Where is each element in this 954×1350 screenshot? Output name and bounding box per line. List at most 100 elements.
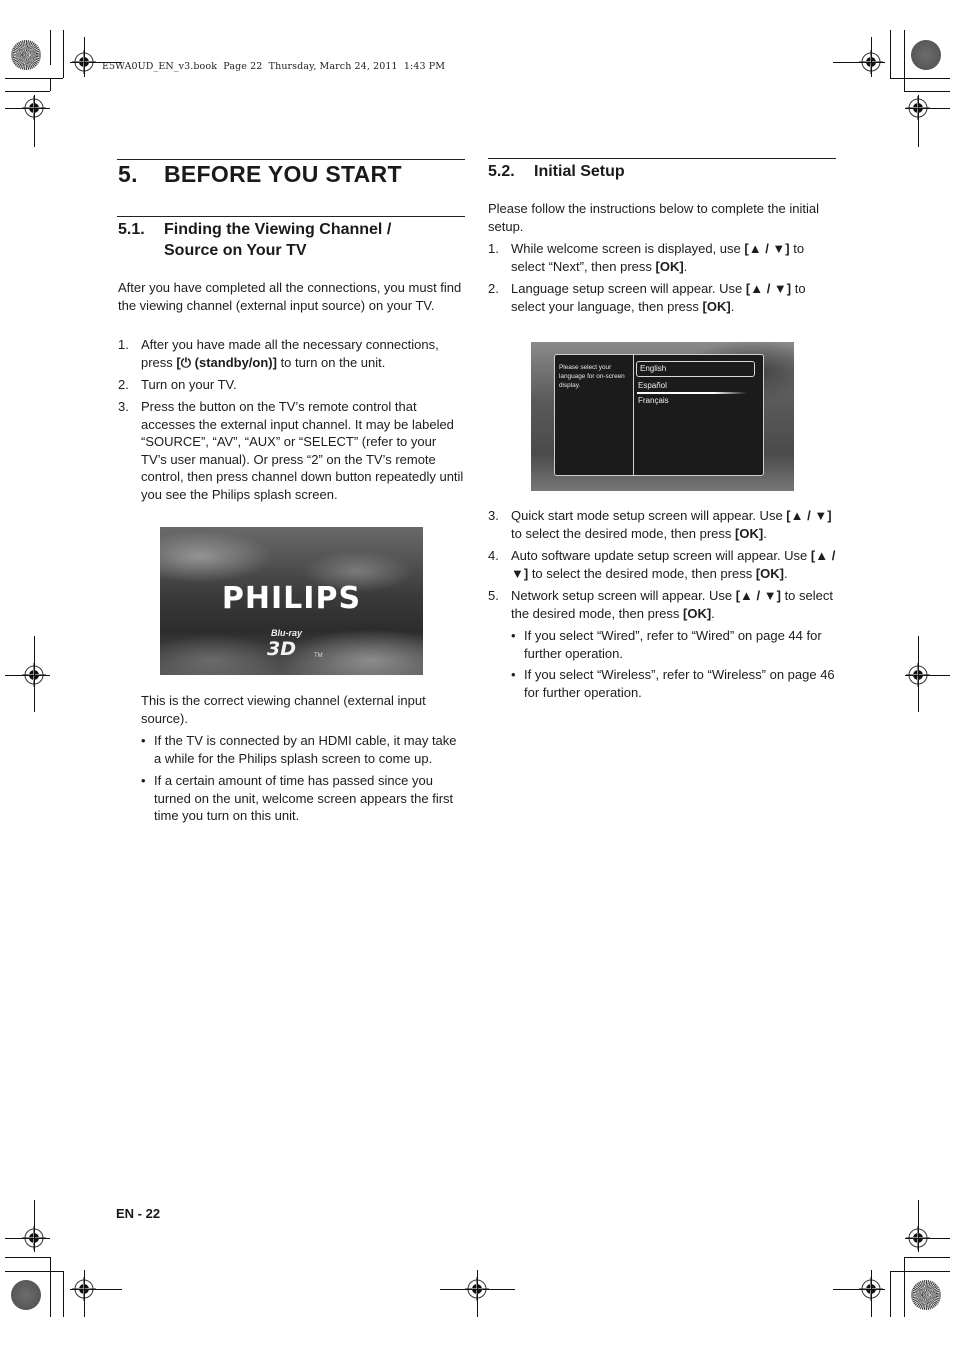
step-text: Press the button on the TV’s remote cont… — [141, 399, 464, 502]
step-number: 2. — [488, 281, 499, 296]
philips-logo: PHILIPS — [221, 581, 362, 616]
step-item: 2. Language setup screen will appear. Us… — [488, 280, 836, 315]
bullet-text: If the TV is connected by an HDMI cable,… — [154, 733, 457, 766]
step-text: Turn on your TV. — [141, 377, 237, 392]
section-rule — [117, 216, 465, 217]
language-prompt: Please select your language for on-scree… — [559, 364, 625, 389]
language-option-francais: Français — [638, 396, 669, 405]
step-number: 1. — [488, 241, 499, 256]
crop-mark — [63, 1271, 64, 1317]
crop-mark — [5, 1257, 50, 1258]
step-item: 4. Auto software update setup screen wil… — [488, 547, 836, 582]
ok-key-label: [OK] — [683, 605, 712, 621]
crop-mark — [890, 30, 891, 78]
step-number: 5. — [488, 588, 499, 603]
crosshair-arm — [84, 37, 85, 77]
crosshair-arm — [34, 636, 35, 712]
step-item: 3. Press the button on the TV’s remote c… — [118, 398, 464, 504]
crosshair-arm — [833, 1289, 885, 1290]
section-title-line1: Finding the Viewing Channel / — [164, 221, 392, 238]
section-title-line2: Source on Your TV — [164, 242, 307, 259]
step-item: 3. Quick start mode setup screen will ap… — [488, 507, 836, 542]
ok-key-label: [OK] — [702, 298, 731, 314]
crop-mark — [5, 91, 50, 92]
step-text: . — [763, 525, 767, 541]
crop-mark — [904, 91, 950, 92]
crosshair-arm — [833, 62, 885, 63]
crop-mark — [50, 30, 51, 65]
gray-disc-icon — [911, 40, 941, 70]
crosshair-arm — [871, 1270, 872, 1317]
correct-channel-note: This is the correct viewing channel (ext… — [141, 693, 426, 726]
bullet-text: If you select “Wireless”, refer to “Wire… — [524, 667, 835, 700]
crosshair-arm — [871, 37, 872, 77]
crop-mark — [50, 1257, 51, 1317]
step-item: 2. Turn on your TV. — [118, 376, 463, 394]
step-text: . — [730, 298, 735, 314]
bullet-item: • If the TV is connected by an HDMI cabl… — [141, 732, 465, 767]
step-item: 1. While welcome screen is displayed, us… — [488, 240, 836, 275]
step-text: Language setup screen will appear. Use — [511, 281, 746, 296]
chapter-title: 5. BEFORE YOU START — [118, 161, 402, 188]
page-number: EN - 22 — [116, 1206, 161, 1221]
section-title: Initial Setup — [534, 163, 625, 180]
crop-mark — [904, 1257, 905, 1317]
step-number: 1. — [118, 337, 129, 352]
book-print-header: E5WA0UD_EN_v3.book Page 22 Thursday, Mar… — [102, 61, 446, 72]
language-setup-screen-image: Please select your language for on-scree… — [531, 342, 794, 491]
menu-separator — [637, 392, 747, 394]
crosshair-arm — [84, 1270, 85, 1317]
bullet-item: • If a certain amount of time has passed… — [141, 772, 465, 825]
crop-mark — [5, 78, 63, 79]
step-text: . — [711, 605, 715, 621]
language-option-espanol: Español — [638, 381, 667, 390]
step-text: . — [683, 258, 688, 274]
crosshair-arm — [34, 95, 35, 147]
ok-key-label: [OK] — [655, 258, 684, 274]
crosshair-arm — [477, 1270, 478, 1317]
bullet-icon: • — [511, 667, 516, 682]
step-number: 3. — [118, 399, 129, 414]
bluray-logo-text: Blu-ray — [271, 628, 303, 638]
color-bar-disc-icon — [911, 1280, 941, 1310]
language-menu-frame: Please select your language for on-scree… — [554, 354, 764, 476]
step-number: 3. — [488, 508, 499, 523]
crop-mark — [904, 30, 905, 91]
bullet-icon: • — [141, 773, 146, 788]
up-down-key-label: [▲ / ▼] — [744, 241, 790, 256]
gray-disc-icon — [11, 1280, 41, 1310]
crop-mark — [50, 78, 51, 91]
step-text: Auto software update setup screen will a… — [511, 548, 811, 563]
crosshair-arm — [34, 1200, 35, 1252]
step-item: 5. Network setup screen will appear. Use… — [488, 587, 836, 622]
up-down-key-label: [▲ / ▼] — [735, 588, 781, 603]
crosshair-arm — [918, 1200, 919, 1252]
color-bar-disc-icon — [11, 40, 41, 70]
bullet-icon: • — [141, 733, 146, 748]
crosshair-arm — [905, 108, 950, 109]
ok-key-label: [OK] — [735, 525, 764, 541]
crop-mark — [904, 1257, 950, 1258]
crosshair-arm — [5, 1238, 50, 1239]
crosshair-arm — [905, 675, 950, 676]
chapter-title-text: BEFORE YOU START — [164, 161, 402, 187]
crosshair-arm — [5, 108, 50, 109]
section-5-2-heading: 5.2. Initial Setup — [488, 161, 833, 182]
bullet-text: If a certain amount of time has passed s… — [154, 773, 454, 824]
section-rule — [488, 158, 836, 159]
section-5-2-intro: Please follow the instructions below to … — [488, 201, 819, 234]
crosshair-arm — [918, 95, 919, 147]
up-down-key-label: [▲ / ▼] — [745, 281, 792, 296]
section-5-1-heading: 5.1. Finding the Viewing Channel / Sourc… — [118, 219, 463, 261]
section-5-1-intro: After you have completed all the connect… — [118, 280, 462, 313]
step-text: to select the desired mode, then press — [528, 565, 756, 581]
ok-key-label: [OK] — [755, 565, 785, 581]
language-option-english: English — [636, 361, 755, 377]
step-number: 4. — [488, 548, 499, 563]
step-text: . — [784, 565, 788, 581]
crop-mark — [63, 30, 64, 78]
crop-mark — [890, 78, 950, 79]
section-number: 5.1. — [118, 221, 145, 238]
bullet-item: • If you select “Wired”, refer to “Wired… — [511, 627, 836, 662]
chapter-number: 5. — [118, 161, 138, 187]
